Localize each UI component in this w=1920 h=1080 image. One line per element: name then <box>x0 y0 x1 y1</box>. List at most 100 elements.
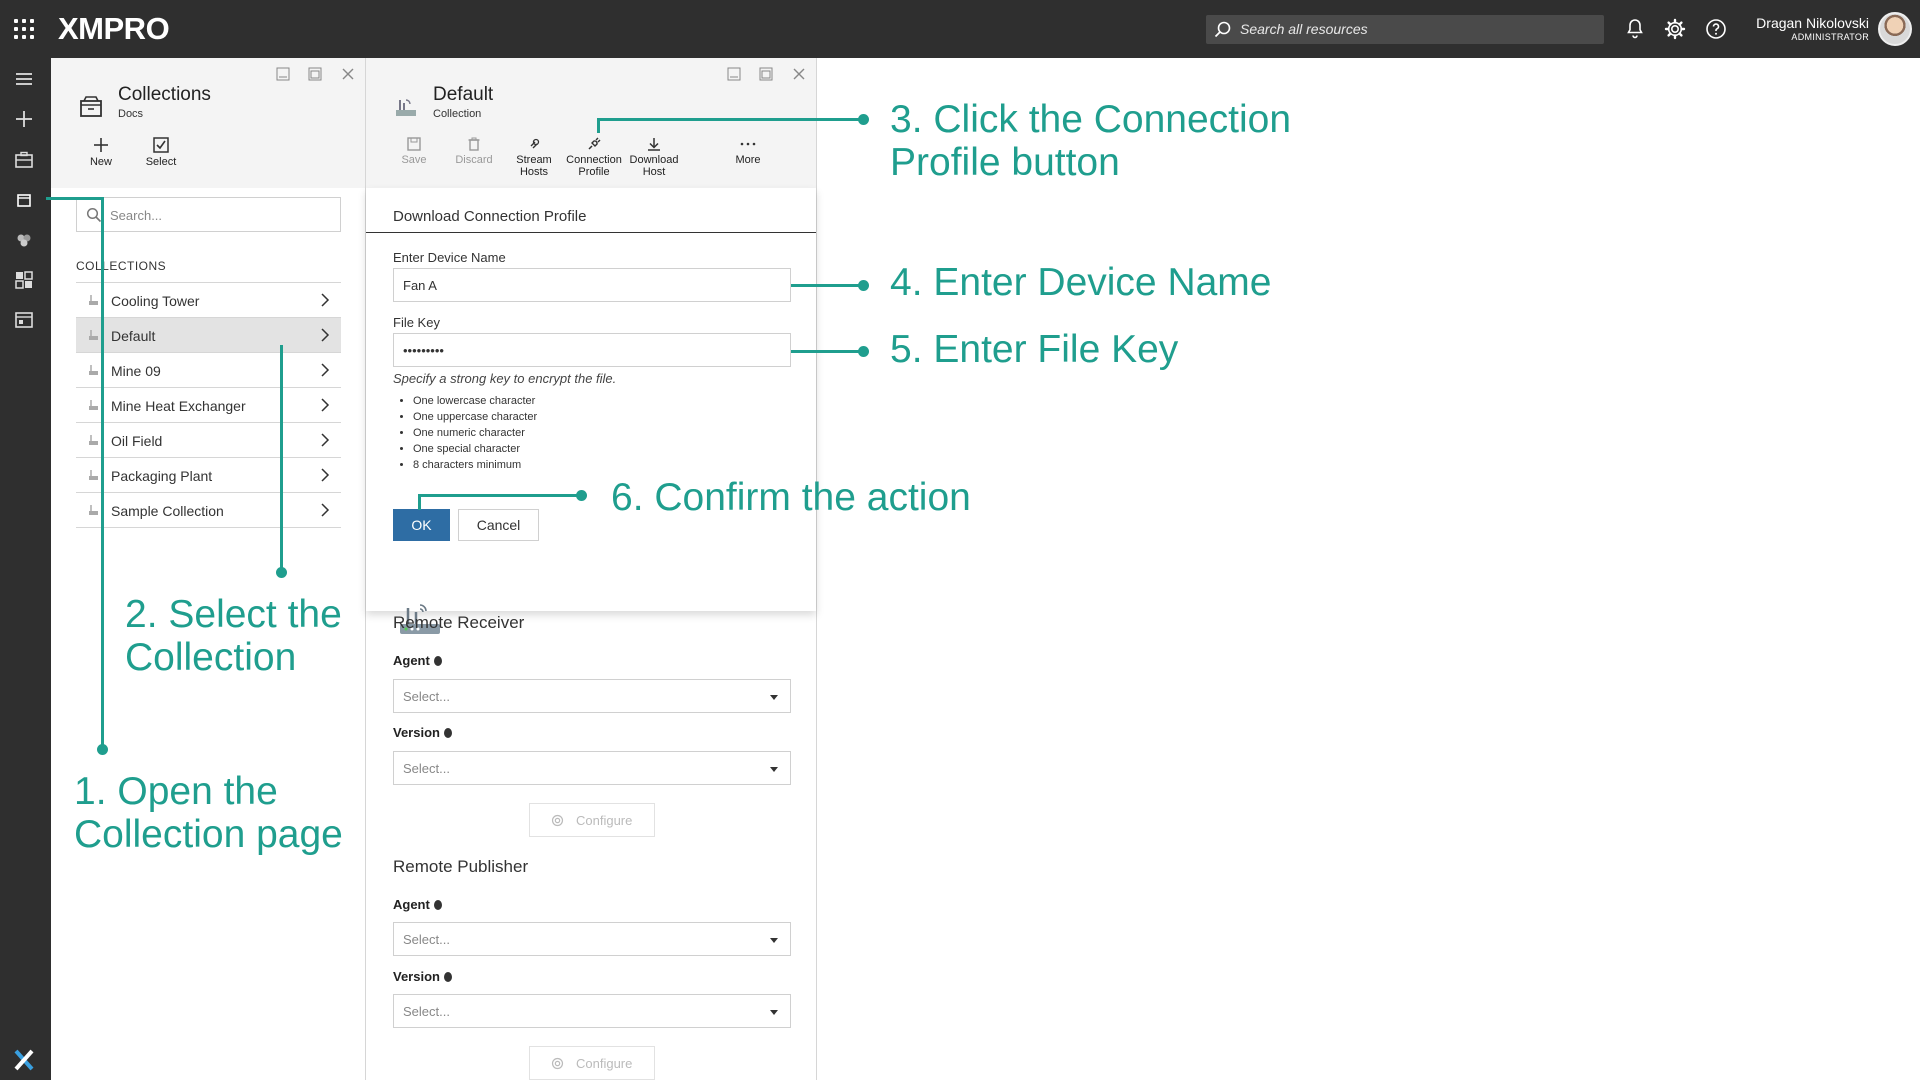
save-button[interactable]: Save <box>384 136 444 166</box>
ok-button[interactable]: OK <box>393 509 450 541</box>
apps-calendar-icon[interactable] <box>13 309 35 331</box>
xmpro-x-logo-icon[interactable] <box>12 1048 36 1072</box>
step3-line1: 3. Click the Connection <box>890 98 1292 141</box>
rule-item: One lowercase character <box>413 393 537 409</box>
device-icon <box>89 505 98 515</box>
collections-panel: Collections Docs New Select Search... CO… <box>51 58 366 1080</box>
collection-box-icon[interactable] <box>13 189 35 211</box>
publisher-version-select[interactable]: Select... <box>393 994 791 1028</box>
info-icon[interactable] <box>443 728 452 738</box>
global-search[interactable]: Search all resources <box>1206 15 1604 44</box>
search-icon <box>86 207 102 223</box>
rule-item: One uppercase character <box>413 409 537 425</box>
info-icon[interactable] <box>443 972 452 982</box>
step3-connector <box>597 118 863 121</box>
receiver-configure-button[interactable]: Configure <box>529 803 655 837</box>
connection-profile-button[interactable]: Connection Profile <box>564 136 624 178</box>
brand-logo[interactable]: XMPRO <box>58 11 170 47</box>
step2-marker <box>276 567 287 578</box>
list-item[interactable]: Packaging Plant <box>76 458 341 493</box>
more-button[interactable]: More <box>718 136 778 166</box>
dialog-title: Download Connection Profile <box>393 208 587 225</box>
notification-bell-icon[interactable] <box>1623 17 1647 41</box>
chevron-right-icon <box>321 433 330 447</box>
list-item[interactable]: Sample Collection <box>76 493 341 528</box>
help-icon[interactable] <box>1704 17 1728 41</box>
dashboard-icon[interactable] <box>13 269 35 291</box>
receiver-version-select[interactable]: Select... <box>393 751 791 785</box>
list-item[interactable]: Oil Field <box>76 423 341 458</box>
info-icon[interactable] <box>433 656 442 666</box>
device-icon <box>89 365 98 375</box>
user-name[interactable]: Dragan Nikolovski <box>1756 15 1869 31</box>
publisher-configure-button[interactable]: Configure <box>529 1046 655 1080</box>
step2-line2: Collection <box>125 636 297 679</box>
step4-annotation: 4. Enter Device Name <box>890 261 1272 304</box>
minimize-icon[interactable] <box>275 66 291 82</box>
publisher-agent-select[interactable]: Select... <box>393 922 791 956</box>
hamburger-menu-icon[interactable] <box>13 68 35 90</box>
close-icon[interactable] <box>340 66 356 82</box>
device-name-input[interactable] <box>393 268 791 302</box>
download-host-button[interactable]: Download Host <box>624 136 684 178</box>
gear-icon <box>551 1057 564 1070</box>
publisher-version-label: Version <box>393 969 452 984</box>
dialog-divider <box>366 232 816 233</box>
user-role: ADMINISTRATOR <box>1791 32 1869 42</box>
connection-profile-button-label: Connection <box>566 154 622 166</box>
publisher-agent-label-text: Agent <box>393 897 430 912</box>
new-button-label: New <box>89 156 112 168</box>
checkbox-icon <box>153 137 169 153</box>
step6-connector <box>418 494 581 497</box>
caret-down-icon <box>770 1010 778 1015</box>
list-item[interactable]: Mine 09 <box>76 353 341 388</box>
minimize-icon[interactable] <box>726 66 742 82</box>
publisher-version-label-text: Version <box>393 969 440 984</box>
stream-hosts-button-label: Stream <box>516 154 552 166</box>
cancel-button[interactable]: Cancel <box>458 509 539 541</box>
info-icon[interactable] <box>433 900 442 910</box>
download-host-button-label: Download <box>629 154 679 166</box>
app-launcher-icon[interactable] <box>14 19 34 39</box>
list-item-label: Sample Collection <box>111 503 224 519</box>
publisher-version-placeholder: Select... <box>403 1004 450 1019</box>
chevron-right-icon <box>321 503 330 517</box>
step1-connector-vertical <box>101 197 104 747</box>
avatar[interactable] <box>1878 12 1912 46</box>
publisher-agent-label: Agent <box>393 897 442 912</box>
new-button[interactable]: New <box>71 136 131 168</box>
maximize-icon[interactable] <box>758 66 774 82</box>
list-item[interactable]: Cooling Tower <box>76 283 341 318</box>
step4-marker <box>858 280 869 291</box>
close-icon[interactable] <box>791 66 807 82</box>
maximize-icon[interactable] <box>307 66 323 82</box>
receiver-configure-label: Configure <box>576 813 633 828</box>
list-item[interactable]: Default <box>76 318 341 353</box>
toolbox-icon[interactable] <box>13 149 35 171</box>
page-title: Default <box>433 84 494 105</box>
list-item-label: Default <box>111 328 156 344</box>
receiver-agent-select[interactable]: Select... <box>393 679 791 713</box>
recommendations-icon[interactable] <box>13 229 35 251</box>
list-item[interactable]: Mine Heat Exchanger <box>76 388 341 423</box>
file-key-hint: Specify a strong key to encrypt the file… <box>393 371 617 386</box>
step3-annotation: 3. Click the Connection Profile button <box>890 98 1291 184</box>
chevron-right-icon <box>321 293 330 307</box>
settings-gear-icon[interactable] <box>1663 17 1687 41</box>
collections-panel-header: Collections Docs New Select <box>51 58 365 188</box>
discard-button[interactable]: Discard <box>444 136 504 166</box>
file-key-input[interactable] <box>393 333 791 367</box>
collection-search[interactable] <box>76 197 341 232</box>
more-button-label: More <box>735 154 761 166</box>
stream-hosts-button[interactable]: Stream Hosts <box>504 136 564 178</box>
select-button[interactable]: Select <box>131 136 191 168</box>
receiver-agent-placeholder: Select... <box>403 689 450 704</box>
collections-list: Cooling Tower Default Mine 09 Mine Heat … <box>76 282 341 528</box>
step1-marker <box>97 744 108 755</box>
collection-search-input[interactable] <box>110 205 330 225</box>
step2-connector <box>280 345 283 571</box>
list-item-label: Mine 09 <box>111 363 161 379</box>
stream-hosts-button-label-2: Hosts <box>519 166 549 178</box>
add-icon[interactable] <box>13 108 35 130</box>
file-key-rules: One lowercase character One uppercase ch… <box>413 393 537 473</box>
